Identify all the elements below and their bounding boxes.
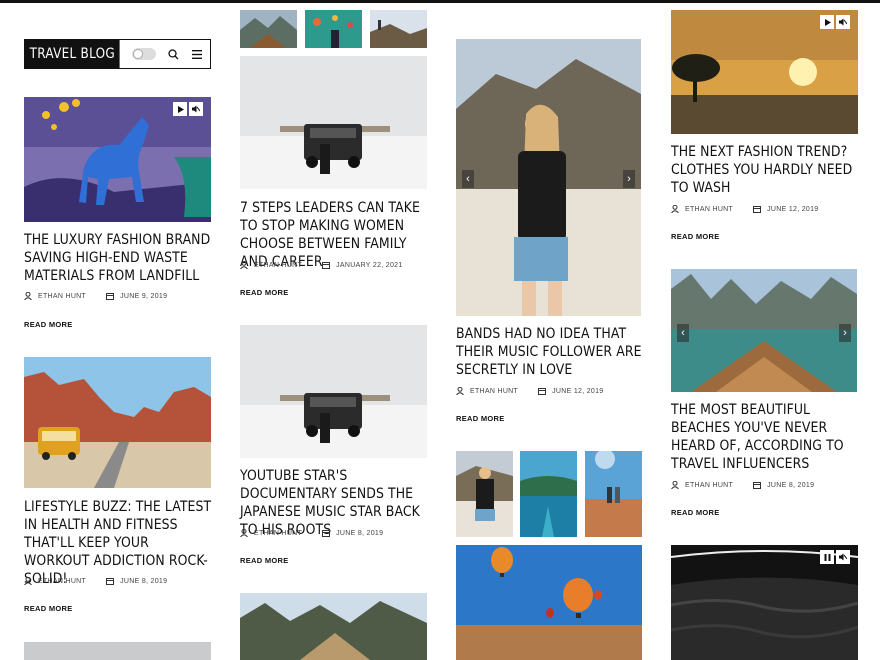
post-date[interactable]: JUNE 8, 2019 <box>336 530 383 537</box>
mute-icon[interactable] <box>189 102 203 116</box>
gallery-thumb-kayak[interactable] <box>520 451 577 537</box>
calendar-icon <box>753 205 762 213</box>
post-author[interactable]: ETHAN HUNT <box>254 262 302 269</box>
play-icon[interactable] <box>820 15 834 29</box>
user-icon <box>671 204 679 214</box>
post-author[interactable]: ETHAN HUNT <box>685 482 733 489</box>
slider-prev-icon[interactable]: ‹ <box>462 170 474 188</box>
user-icon <box>240 528 248 538</box>
post-date[interactable]: JUNE 8, 2019 <box>767 482 814 489</box>
calendar-icon <box>322 261 331 269</box>
slider-next-icon[interactable]: › <box>623 170 635 188</box>
post-meta: ETHAN HUNT JUNE 12, 2019 <box>456 386 604 396</box>
top-border <box>0 0 880 3</box>
search-icon[interactable] <box>166 47 180 61</box>
post-image-dark-video[interactable] <box>671 545 858 660</box>
gallery-thumb-3[interactable] <box>370 10 427 48</box>
read-more-link[interactable]: READ MORE <box>24 604 73 613</box>
read-more-link[interactable]: READ MORE <box>24 320 73 329</box>
video-controls <box>820 550 850 564</box>
read-more-link[interactable]: READ MORE <box>240 288 289 297</box>
post-image-van-desert[interactable] <box>24 357 211 488</box>
header-tools <box>132 40 204 68</box>
slider-next-icon[interactable]: › <box>839 324 851 342</box>
calendar-icon <box>106 292 115 300</box>
post-meta: ETHAN HUNT JANUARY 22, 2021 <box>240 260 403 270</box>
post-title[interactable]: THE MOST BEAUTIFUL BEACHES YOU'VE NEVER … <box>671 401 860 473</box>
calendar-icon <box>753 481 762 489</box>
post-meta: ETHAN HUNT JUNE 9, 2019 <box>24 291 167 301</box>
mute-icon[interactable] <box>836 15 850 29</box>
post-date[interactable]: JANUARY 22, 2021 <box>336 262 402 269</box>
calendar-icon <box>538 387 547 395</box>
post-title[interactable]: THE NEXT FASHION TREND? CLOTHES YOU HARD… <box>671 143 860 197</box>
post-image-lake-boat[interactable]: ‹ › <box>671 269 857 392</box>
post-date[interactable]: JUNE 12, 2019 <box>552 388 603 395</box>
slider-prev-icon[interactable]: ‹ <box>677 324 689 342</box>
post-image-partial[interactable] <box>24 642 211 660</box>
post-meta: ETHAN HUNT JUNE 8, 2019 <box>671 480 814 490</box>
gallery-thumb-1[interactable] <box>240 10 297 48</box>
post-title[interactable]: LIFESTYLE BUZZ: THE LATEST IN HEALTH AND… <box>24 498 213 588</box>
read-more-link[interactable]: READ MORE <box>671 232 720 241</box>
user-icon <box>24 291 32 301</box>
gallery-thumb-couple[interactable] <box>585 451 642 537</box>
post-image-woman-slider[interactable]: ‹ › <box>456 39 641 316</box>
post-meta: ETHAN HUNT JUNE 12, 2019 <box>671 204 819 214</box>
user-icon <box>671 480 679 490</box>
toggle-knob <box>133 49 143 59</box>
post-author[interactable]: ETHAN HUNT <box>685 206 733 213</box>
post-author[interactable]: ETHAN HUNT <box>254 530 302 537</box>
post-image-deer[interactable] <box>24 97 211 222</box>
post-image-jeep[interactable] <box>240 56 427 189</box>
read-more-link[interactable]: READ MORE <box>456 414 505 423</box>
calendar-icon <box>106 577 115 585</box>
post-title[interactable]: BANDS HAD NO IDEA THAT THEIR MUSIC FOLLO… <box>456 325 645 379</box>
gallery-thumb-woman[interactable] <box>456 451 513 537</box>
pause-icon[interactable] <box>820 550 834 564</box>
calendar-icon <box>322 529 331 537</box>
mute-icon[interactable] <box>836 550 850 564</box>
post-date[interactable]: JUNE 12, 2019 <box>767 206 818 213</box>
post-meta: ETHAN HUNT JUNE 8, 2019 <box>24 576 167 586</box>
post-author[interactable]: ETHAN HUNT <box>38 293 86 300</box>
user-icon <box>456 386 464 396</box>
site-logo[interactable]: TRAVEL BLOG <box>25 40 120 68</box>
play-icon[interactable] <box>173 102 187 116</box>
post-meta: ETHAN HUNT JUNE 8, 2019 <box>240 528 383 538</box>
post-author[interactable]: ETHAN HUNT <box>38 578 86 585</box>
read-more-link[interactable]: READ MORE <box>671 508 720 517</box>
read-more-link[interactable]: READ MORE <box>240 556 289 565</box>
post-image-mountains[interactable] <box>240 593 427 660</box>
post-date[interactable]: JUNE 9, 2019 <box>120 293 167 300</box>
dark-mode-toggle[interactable] <box>132 48 156 60</box>
video-controls <box>820 15 850 29</box>
post-date[interactable]: JUNE 8, 2019 <box>120 578 167 585</box>
post-author[interactable]: ETHAN HUNT <box>470 388 518 395</box>
post-image-jeep-2[interactable] <box>240 325 427 458</box>
video-controls <box>173 102 203 116</box>
post-image-balloons[interactable] <box>456 545 642 660</box>
post-image-sunset[interactable] <box>671 10 858 134</box>
gallery-thumb-2[interactable] <box>305 10 362 48</box>
user-icon <box>240 260 248 270</box>
post-title[interactable]: THE LUXURY FASHION BRAND SAVING HIGH-END… <box>24 231 213 285</box>
site-header: TRAVEL BLOG <box>24 39 211 69</box>
user-icon <box>24 576 32 586</box>
menu-icon[interactable] <box>190 47 204 61</box>
